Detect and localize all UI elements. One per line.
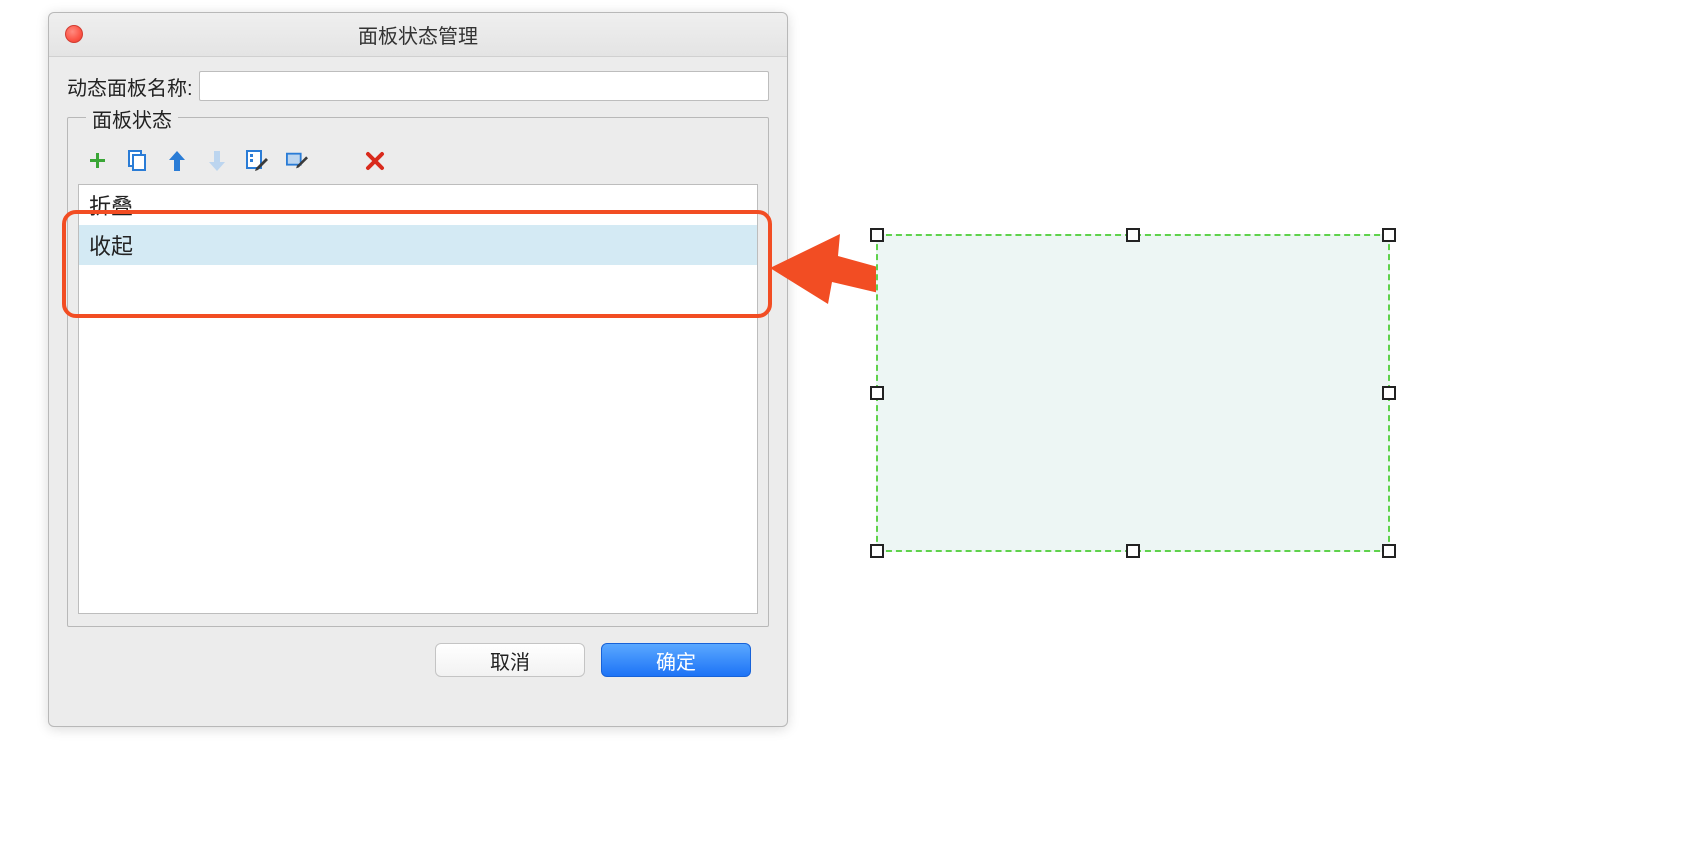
plus-icon <box>87 151 107 171</box>
resize-handle-bottom-right[interactable] <box>1382 544 1396 558</box>
list-item[interactable]: 折叠 <box>79 185 757 225</box>
edit-all-icon <box>246 150 268 172</box>
fieldset-legend: 面板状态 <box>86 104 178 133</box>
ok-button[interactable]: 确定 <box>601 643 751 677</box>
resize-handle-top-right[interactable] <box>1382 228 1396 242</box>
panel-name-input[interactable] <box>199 71 769 101</box>
duplicate-state-button[interactable] <box>126 150 148 172</box>
panel-state-dialog: 面板状态管理 动态面板名称: 面板状态 <box>48 12 788 727</box>
dialog-buttons: 取消 确定 <box>67 627 769 677</box>
list-item[interactable]: 收起 <box>79 225 757 265</box>
titlebar: 面板状态管理 <box>49 13 787 57</box>
close-window-button[interactable] <box>65 25 83 43</box>
panel-states-fieldset: 面板状态 <box>67 117 769 627</box>
name-row: 动态面板名称: <box>67 71 769 101</box>
delete-icon <box>365 151 385 171</box>
edit-icon <box>286 151 308 171</box>
canvas-selected-widget[interactable] <box>876 234 1390 552</box>
move-down-button[interactable] <box>206 150 228 172</box>
dialog-title: 面板状态管理 <box>49 20 787 49</box>
edit-all-states-button[interactable] <box>246 150 268 172</box>
resize-handle-top-left[interactable] <box>870 228 884 242</box>
arrow-up-icon <box>168 150 186 172</box>
states-toolbar <box>78 136 758 184</box>
states-listbox[interactable]: 折叠 收起 <box>78 184 758 614</box>
arrow-down-icon <box>208 150 226 172</box>
cancel-button[interactable]: 取消 <box>435 643 585 677</box>
name-label: 动态面板名称: <box>67 72 193 101</box>
delete-state-button[interactable] <box>364 150 386 172</box>
resize-handle-middle-left[interactable] <box>870 386 884 400</box>
resize-handle-bottom-middle[interactable] <box>1126 544 1140 558</box>
resize-handle-top-middle[interactable] <box>1126 228 1140 242</box>
edit-state-button[interactable] <box>286 150 308 172</box>
add-state-button[interactable] <box>86 150 108 172</box>
dialog-body: 动态面板名称: 面板状态 <box>49 57 787 693</box>
duplicate-icon <box>127 150 147 172</box>
move-up-button[interactable] <box>166 150 188 172</box>
resize-handle-bottom-left[interactable] <box>870 544 884 558</box>
resize-handle-middle-right[interactable] <box>1382 386 1396 400</box>
